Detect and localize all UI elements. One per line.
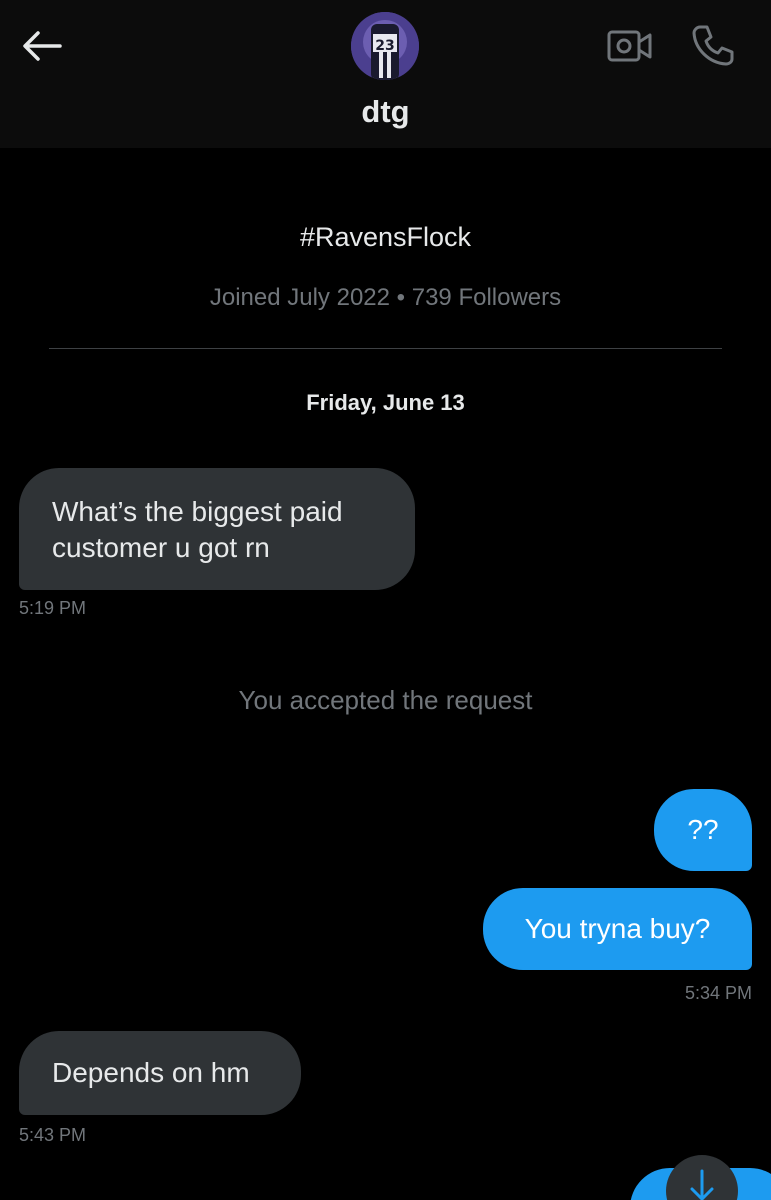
divider bbox=[49, 348, 722, 349]
message-timestamp: 5:34 PM bbox=[684, 983, 752, 1003]
video-call-button[interactable] bbox=[604, 24, 656, 68]
system-message: You accepted the request bbox=[238, 685, 533, 715]
phone-icon bbox=[692, 25, 734, 66]
message-text-line: customer u got rn bbox=[52, 532, 270, 563]
message-text: Depends on hm bbox=[52, 1057, 250, 1088]
avatar-image: 23 bbox=[351, 12, 419, 80]
message-text: ?? bbox=[687, 814, 719, 845]
message-text: You tryna buy? bbox=[524, 913, 711, 944]
avatar-jersey-number: 23 bbox=[375, 38, 394, 54]
outgoing-message-bubble[interactable]: You tryna buy? bbox=[483, 888, 752, 970]
avatar[interactable]: 23 bbox=[351, 12, 419, 80]
outgoing-message-bubble[interactable]: ?? bbox=[654, 789, 752, 871]
conversation-header: 23 dtg bbox=[0, 0, 771, 148]
message-timestamp: 5:43 PM bbox=[19, 1125, 87, 1145]
scroll-to-bottom-button[interactable] bbox=[666, 1155, 738, 1200]
profile-meta: Joined July 2022 • 739 Followers bbox=[209, 284, 562, 311]
incoming-message-bubble[interactable]: What’s the biggest paid customer u got r… bbox=[19, 468, 415, 590]
message-timestamp: 5:19 PM bbox=[19, 598, 87, 618]
voice-call-button[interactable] bbox=[687, 20, 739, 70]
video-camera-icon bbox=[607, 30, 652, 62]
arrow-down-icon bbox=[690, 1169, 714, 1200]
message-text-line: What’s the biggest paid bbox=[52, 496, 343, 527]
incoming-message-bubble[interactable]: Depends on hm bbox=[19, 1031, 301, 1115]
date-separator: Friday, June 13 bbox=[306, 390, 465, 415]
dm-conversation-screen: 23 dtg #RavensFlock Joined July 2022 • 7… bbox=[0, 0, 771, 1200]
conversation-title[interactable]: dtg bbox=[0, 94, 771, 130]
arrow-left-icon bbox=[23, 31, 62, 61]
profile-bio: #RavensFlock bbox=[299, 222, 472, 252]
back-button[interactable] bbox=[18, 24, 66, 68]
